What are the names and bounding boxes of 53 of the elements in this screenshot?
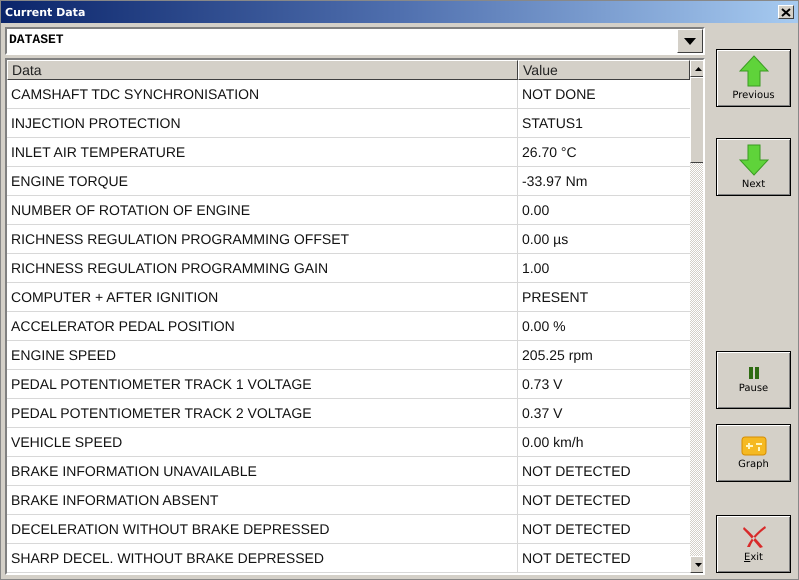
table-cell-text: 205.25 rpm (521, 346, 594, 365)
table-cell: ENGINE TORQUE (7, 167, 518, 195)
window-title: Current Data (5, 6, 86, 18)
pause-button[interactable]: Pause (716, 351, 791, 409)
column-header[interactable]: Value (518, 60, 690, 80)
table-cell: ENGINE SPEED (7, 341, 518, 369)
scroll-thumb[interactable] (690, 77, 703, 163)
table-cell-text: PRESENT (521, 288, 590, 307)
graph-icon (740, 436, 766, 456)
scroll-up-icon[interactable] (690, 60, 703, 77)
table-cell: BRAKE INFORMATION UNAVAILABLE (7, 457, 518, 485)
table-cell: DECELERATION WITHOUT BRAKE DEPRESSED (7, 515, 518, 543)
table-cell-text: NOT DONE (521, 85, 597, 104)
table-cell-text: NOT DETECTED (521, 520, 632, 539)
table-cell-text: 1.00 (521, 259, 550, 278)
table-cell: RICHNESS REGULATION PROGRAMMING GAIN (7, 254, 518, 282)
graph-button[interactable]: Graph (716, 424, 791, 482)
column-header[interactable]: Data (7, 60, 518, 80)
table-cell: PEDAL POTENTIOMETER TRACK 1 VOLTAGE (7, 370, 518, 398)
down-arrow-icon (738, 144, 768, 176)
table-cell-text: 0.00 (521, 201, 550, 220)
previous-button[interactable]: Previous (716, 49, 791, 107)
close-icon[interactable] (778, 5, 794, 19)
table-cell: SHARP DECEL. WITHOUT BRAKE DEPRESSED (7, 544, 518, 572)
table-cell: CAMSHAFT TDC SYNCHRONISATION (7, 80, 518, 108)
up-arrow-icon (738, 55, 768, 87)
exit-button[interactable]: Exit (716, 515, 791, 573)
table-cell-text: NOT DETECTED (521, 462, 632, 481)
table-cell: INJECTION PROTECTION (7, 109, 518, 137)
dataset-dropdown[interactable]: DATASET (5, 27, 705, 55)
table-cell-text: 0.37 V (521, 404, 564, 423)
table-cell-text: 26.70 °C (521, 143, 578, 162)
pause-icon (748, 366, 760, 380)
next-button[interactable]: Next (716, 138, 791, 196)
table-cell-text: STATUS1 (521, 114, 584, 133)
table-cell: COMPUTER + AFTER IGNITION (7, 283, 518, 311)
cross-icon (740, 525, 766, 549)
scroll-down-icon[interactable] (690, 556, 703, 573)
table-cell: PEDAL POTENTIOMETER TRACK 2 VOLTAGE (7, 399, 518, 427)
table-cell: INLET AIR TEMPERATURE (7, 138, 518, 166)
table-cell-text: 0.00 % (521, 317, 567, 336)
table-cell-text: 0.73 V (521, 375, 564, 394)
table-cell: BRAKE INFORMATION ABSENT (7, 486, 518, 514)
table-cell-text: NOT DETECTED (521, 491, 632, 510)
table-cell: VEHICLE SPEED (7, 428, 518, 456)
table-cell-text: 0.00 km/h (521, 433, 584, 452)
table-cell-text: NOT DETECTED (521, 549, 632, 568)
table-cell-text: 0.00 µs (521, 230, 570, 249)
table-cell: RICHNESS REGULATION PROGRAMMING OFFSET (7, 225, 518, 253)
table-cell-text: -33.97 Nm (521, 172, 588, 191)
table-cell: ACCELERATOR PEDAL POSITION (7, 312, 518, 340)
table-cell: NUMBER OF ROTATION OF ENGINE (7, 196, 518, 224)
scrollbar[interactable] (690, 60, 703, 573)
